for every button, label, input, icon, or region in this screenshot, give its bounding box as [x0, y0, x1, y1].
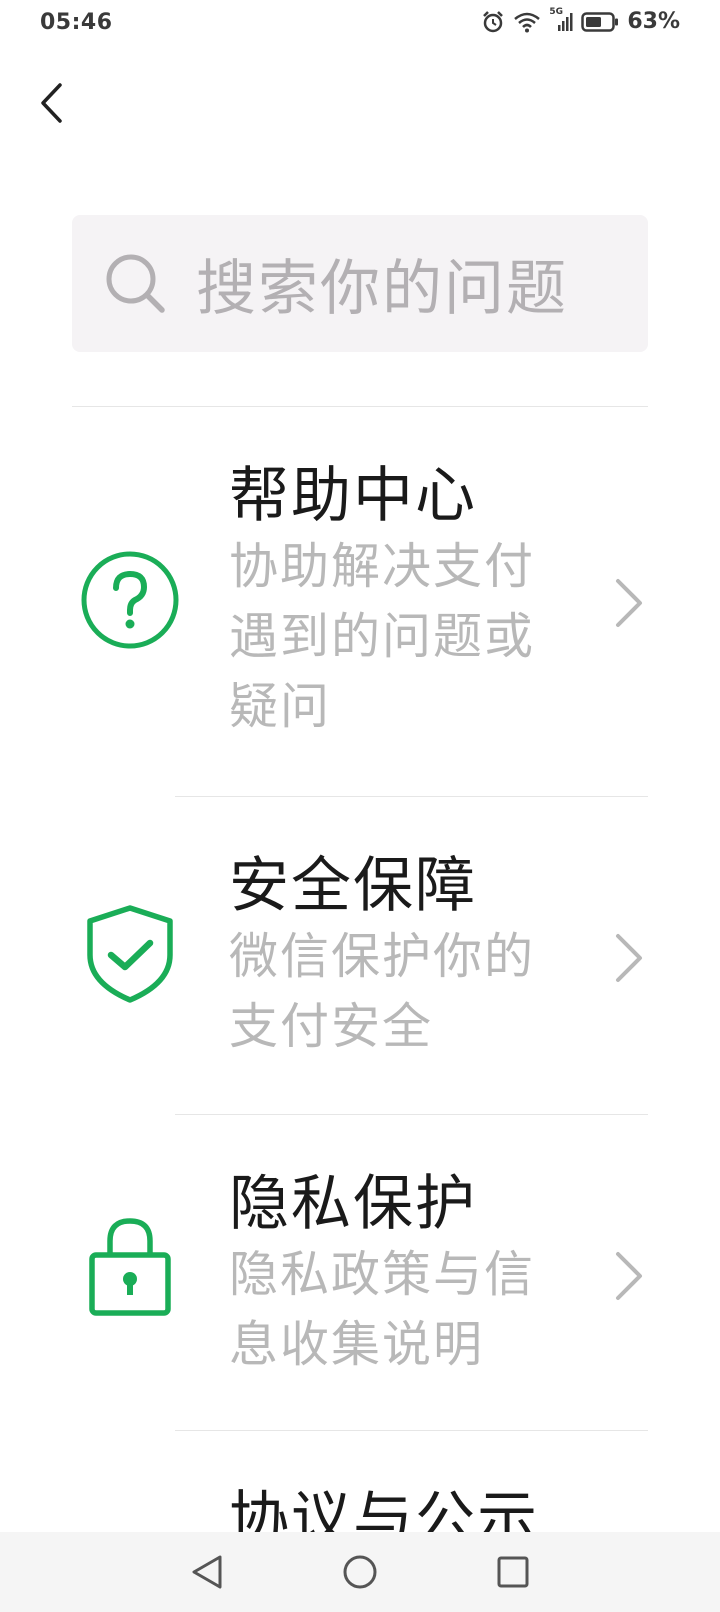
lock-icon	[89, 1218, 171, 1316]
triangle-back-icon	[192, 1555, 222, 1589]
back-button[interactable]	[30, 78, 74, 128]
help-icon	[81, 551, 179, 649]
item-title: 安全保障	[229, 851, 477, 921]
item-description: 协助解决支付遇到的问题或疑问	[229, 538, 536, 735]
list-item-agreements[interactable]: 协议与公示	[72, 1431, 648, 1532]
item-description: 隐私政策与信息收集说明	[229, 1246, 536, 1373]
wifi-icon	[513, 11, 541, 33]
search-icon	[106, 254, 165, 313]
search-placeholder: 搜索你的问题	[196, 254, 568, 324]
alarm-icon	[481, 10, 505, 34]
circle-home-icon	[343, 1555, 377, 1589]
item-description: 微信保护你的支付安全	[229, 928, 536, 1055]
item-title: 隐私保护	[229, 1169, 477, 1239]
battery-icon	[581, 11, 619, 33]
signal-icon: 5G	[549, 7, 573, 33]
battery-percent: 63%	[627, 9, 680, 34]
list-item-help-center[interactable]: 帮助中心 协助解决支付遇到的问题或疑问	[72, 407, 648, 796]
nav-back-button[interactable]	[183, 1548, 231, 1596]
nav-home-button[interactable]	[336, 1548, 384, 1596]
list-item-security[interactable]: 安全保障 微信保护你的支付安全	[72, 797, 648, 1114]
network-type: 5G	[549, 6, 563, 17]
search-input[interactable]: 搜索你的问题	[72, 215, 648, 352]
item-title: 协议与公示	[229, 1485, 539, 1532]
system-nav-bar	[0, 1532, 720, 1612]
status-time: 05:46	[40, 10, 113, 35]
square-recents-icon	[497, 1556, 529, 1588]
item-title: 帮助中心	[229, 461, 477, 531]
chevron-right-icon	[616, 1252, 642, 1300]
chevron-right-icon	[616, 934, 642, 982]
chevron-left-icon	[41, 83, 62, 123]
shield-check-icon	[87, 905, 173, 1003]
list-item-privacy[interactable]: 隐私保护 隐私政策与信息收集说明	[72, 1115, 648, 1430]
nav-recents-button[interactable]	[489, 1548, 537, 1596]
chevron-right-icon	[616, 579, 642, 627]
status-bar: 05:46 5G 63%	[0, 0, 720, 48]
status-icons: 5G 63%	[481, 7, 680, 34]
